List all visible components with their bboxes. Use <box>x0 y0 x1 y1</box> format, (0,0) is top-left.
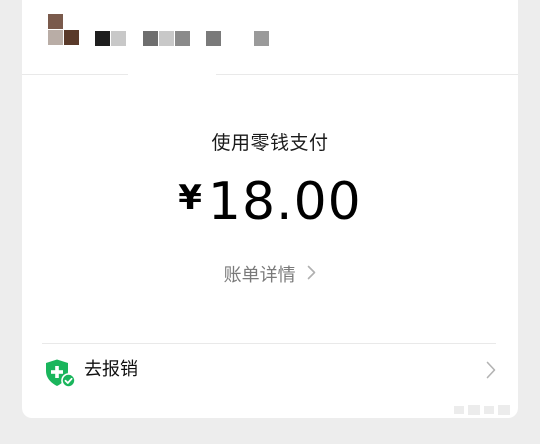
amount-value: 18.00 <box>207 172 362 232</box>
pixel-block <box>159 31 174 46</box>
section-divider <box>42 343 496 344</box>
payment-method: 使用零钱支付 <box>211 132 329 154</box>
pixel-block <box>254 31 269 46</box>
header-divider <box>22 74 518 75</box>
pixel-block <box>95 31 110 46</box>
pixel-block <box>64 30 79 45</box>
pixel-block <box>48 30 63 45</box>
pixel-block <box>175 31 190 46</box>
pixel-block <box>206 31 221 46</box>
chevron-right-icon <box>307 264 316 285</box>
reimburse-row[interactable]: 去报销 <box>22 354 518 414</box>
payment-card: 使用零钱支付 ¥18.00 账单详情 去报销 <box>22 0 518 418</box>
divider-gap <box>128 74 216 75</box>
pixel-block <box>48 14 63 29</box>
bill-details-link[interactable]: 账单详情 <box>22 261 518 287</box>
watermark <box>452 402 522 416</box>
bill-details-label: 账单详情 <box>223 265 296 286</box>
pixel-block <box>143 31 158 46</box>
pixel-block <box>111 31 126 46</box>
currency-symbol: ¥ <box>178 178 202 218</box>
merchant-info-pixelated <box>22 0 518 62</box>
chevron-right-icon <box>486 361 496 379</box>
reimburse-label: 去报销 <box>84 359 138 380</box>
shield-plus-check-icon <box>44 358 76 388</box>
payment-amount: ¥18.00 <box>22 174 518 230</box>
